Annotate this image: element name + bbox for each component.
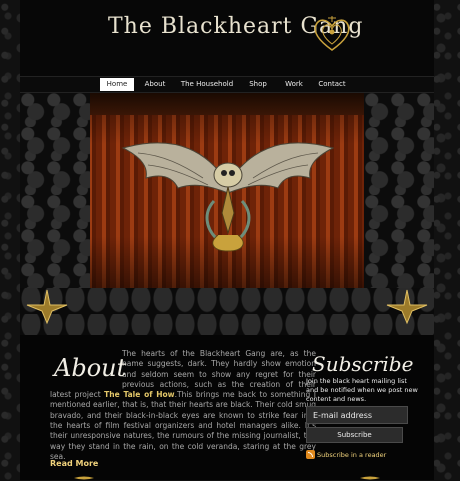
content-area: The hearts of the Blackheart Gang are, a…	[20, 340, 434, 480]
rss-label: Subscribe in a reader	[317, 450, 387, 459]
gold-ornament-left	[26, 289, 68, 325]
nav-shop[interactable]: Shop	[242, 78, 274, 91]
nav-home[interactable]: Home	[100, 78, 134, 91]
subscribe-heading: Subscribe	[312, 352, 414, 376]
winged-creature-illustration	[121, 142, 335, 252]
about-heading: About	[54, 354, 127, 382]
flourish-icon	[74, 476, 94, 480]
tale-of-how-link[interactable]: The Tale of How	[104, 390, 174, 399]
hero-banner	[20, 93, 434, 335]
flourish-icon	[360, 476, 380, 480]
curtain-valance	[72, 93, 392, 115]
gold-heart-emblem-icon	[314, 16, 350, 51]
main-nav: Home About The Household Shop Work Conta…	[20, 76, 434, 93]
email-input[interactable]	[306, 406, 408, 424]
read-more-link[interactable]: Read More	[50, 459, 98, 468]
subscribe-description: Join the black heart mailing list and be…	[306, 377, 418, 403]
subscribe-button[interactable]: Subscribe	[306, 427, 403, 443]
nav-contact[interactable]: Contact	[314, 78, 350, 91]
site-header: The Blackheart Gang	[20, 0, 434, 76]
nav-about[interactable]: About	[138, 78, 172, 91]
about-text-part-2: .This brings me back to something I ment…	[50, 390, 316, 461]
rss-feed-icon	[306, 450, 315, 459]
nav-work[interactable]: Work	[278, 78, 310, 91]
gold-ornament-right	[386, 289, 428, 325]
rss-subscribe-link[interactable]: Subscribe in a reader	[306, 444, 386, 459]
nav-the-household[interactable]: The Household	[178, 78, 236, 91]
stage-floor	[20, 288, 434, 335]
page-frame: The Blackheart Gang Home About The House…	[20, 0, 434, 480]
